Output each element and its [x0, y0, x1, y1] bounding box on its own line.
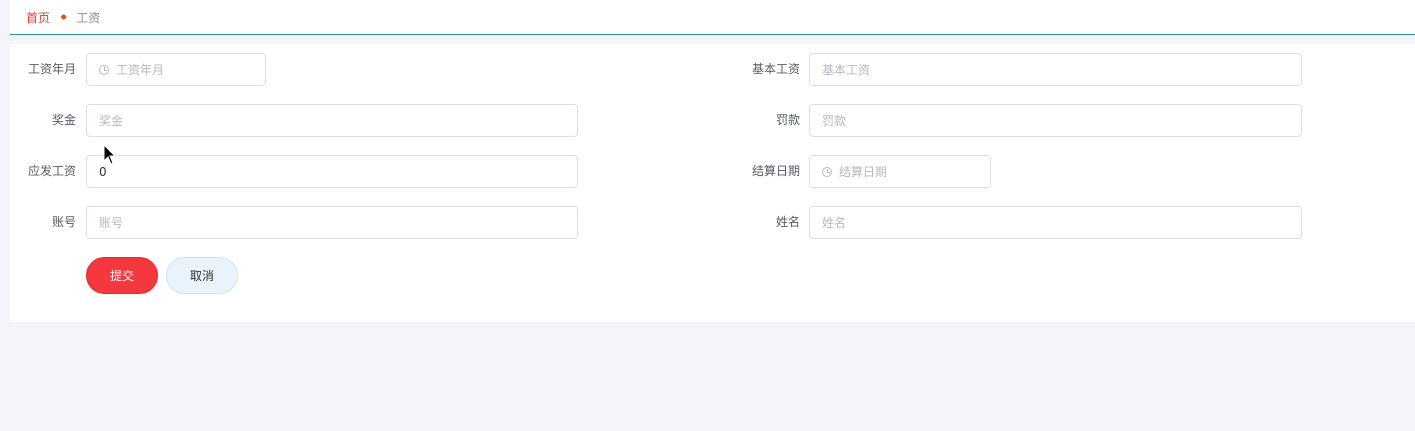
account-label: 账号: [51, 215, 76, 229]
bonus-placeholder: 奖金: [99, 114, 124, 128]
home-icon: ⚫: [59, 10, 69, 24]
breadcrumb-current: 工资: [76, 10, 101, 25]
name-label: 姓名: [775, 215, 800, 229]
account-placeholder: 账号: [99, 216, 124, 230]
penalty-placeholder: 罚款: [822, 114, 847, 128]
gross-salary-value: 0: [99, 164, 107, 179]
name-placeholder: 姓名: [822, 216, 847, 230]
penalty-input[interactable]: 罚款: [809, 104, 1302, 137]
settlement-date-picker[interactable]: 结算日期: [809, 155, 991, 188]
settlement-date-placeholder: 结算日期: [839, 165, 888, 179]
basic-salary-label: 基本工资: [751, 62, 800, 76]
penalty-label: 罚款: [775, 113, 800, 127]
salary-month-placeholder: 工资年月: [116, 63, 165, 77]
cancel-button[interactable]: 取消: [166, 257, 238, 294]
gross-salary-input[interactable]: 0: [86, 155, 578, 188]
basic-salary-placeholder: 基本工资: [822, 63, 871, 77]
gross-salary-label: 应发工资: [27, 164, 76, 178]
account-input[interactable]: 账号: [86, 206, 578, 239]
clock-icon: [99, 64, 109, 75]
salary-month-label: 工资年月: [27, 62, 76, 76]
submit-button[interactable]: 提交: [86, 257, 158, 294]
mouse-cursor-icon: [103, 144, 117, 165]
breadcrumb-home-link[interactable]: 首页: [26, 9, 50, 26]
salary-form: 工资年月 工资年月 基本工资 基本工资 奖金 奖金 罚款 罚款 应发工资 0 结…: [10, 44, 1415, 322]
settlement-date-label: 结算日期: [751, 164, 800, 178]
bonus-input[interactable]: 奖金: [86, 104, 578, 137]
salary-month-picker[interactable]: 工资年月: [86, 53, 266, 86]
name-input[interactable]: 姓名: [809, 206, 1302, 239]
breadcrumb: 首页 ⚫ 工资: [10, 0, 1415, 35]
bonus-label: 奖金: [51, 113, 76, 127]
clock-icon: [822, 166, 832, 177]
basic-salary-input[interactable]: 基本工资: [809, 53, 1302, 86]
